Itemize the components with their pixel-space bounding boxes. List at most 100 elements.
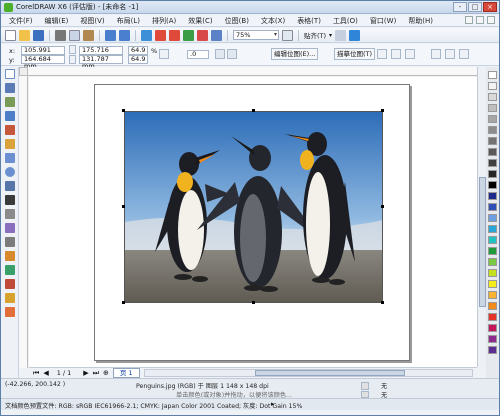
table-tool-icon[interactable] — [5, 209, 15, 219]
menu-file[interactable]: 文件(F) — [9, 16, 33, 26]
to-front-icon[interactable] — [445, 49, 455, 59]
to-back-icon[interactable] — [459, 49, 469, 59]
palette-swatch[interactable] — [488, 170, 497, 178]
palette-swatch[interactable] — [488, 291, 497, 299]
palette-swatch[interactable] — [488, 159, 497, 167]
previous-page-button[interactable]: ◀ — [43, 369, 48, 377]
menu-bitmaps[interactable]: 位图(B) — [225, 16, 249, 26]
save-icon[interactable] — [33, 29, 44, 41]
palette-swatch[interactable] — [488, 192, 497, 200]
menu-effects[interactable]: 效果(C) — [188, 16, 212, 26]
selection-handle[interactable] — [381, 301, 384, 304]
application-launcher-icon[interactable] — [197, 29, 208, 41]
selection-handle[interactable] — [122, 205, 125, 208]
crop-bitmap-icon[interactable] — [377, 49, 387, 59]
crop-tool-icon[interactable] — [5, 97, 15, 107]
chevron-right-icon[interactable]: ▸ — [271, 400, 275, 408]
document-color-profile[interactable]: 文档颜色预置文件: RGB: sRGB IEC61966-2.1; CMYK: … — [5, 401, 302, 410]
selection-handle[interactable] — [381, 109, 384, 112]
redo-icon[interactable] — [119, 29, 130, 41]
menu-tools[interactable]: 工具(O) — [333, 16, 358, 26]
selection-handle[interactable] — [122, 109, 125, 112]
palette-swatch[interactable] — [488, 225, 497, 233]
palette-swatch[interactable] — [488, 214, 497, 222]
mirror-vertical-icon[interactable] — [227, 49, 237, 59]
ellipse-tool-icon[interactable] — [5, 167, 15, 177]
bitmap-color-mask-icon[interactable] — [405, 49, 415, 59]
export-icon[interactable] — [169, 29, 180, 41]
import-icon[interactable] — [155, 29, 166, 41]
snap-to-menu[interactable]: 贴齐(T) — [304, 30, 326, 40]
outline-pen-icon[interactable] — [5, 279, 15, 289]
palette-swatch[interactable] — [488, 280, 497, 288]
palette-swatch[interactable] — [488, 126, 497, 134]
x-position-field[interactable]: 105.991 mm — [21, 46, 65, 61]
copy-icon[interactable] — [69, 29, 80, 41]
palette-swatch[interactable] — [488, 93, 497, 101]
vertical-ruler[interactable] — [19, 76, 28, 368]
menu-table[interactable]: 表格(T) — [297, 16, 321, 26]
horizontal-scrollbar[interactable] — [143, 369, 473, 377]
ruler-origin[interactable] — [19, 67, 28, 76]
selection-handle[interactable] — [122, 301, 125, 304]
menu-text[interactable]: 文本(X) — [261, 16, 285, 26]
mirror-horizontal-icon[interactable] — [215, 49, 225, 59]
pick-tool-icon[interactable] — [5, 69, 15, 79]
edit-bitmap-button[interactable]: 编辑位图(E)... — [271, 48, 319, 60]
menu-arrange[interactable]: 排列(A) — [152, 16, 176, 26]
palette-swatch[interactable] — [488, 247, 497, 255]
height-field[interactable]: 131.787 mm — [79, 55, 123, 70]
rectangle-tool-icon[interactable] — [5, 153, 15, 163]
menu-edit[interactable]: 编辑(E) — [45, 16, 69, 26]
doc-close-button[interactable] — [487, 16, 495, 24]
add-page-button[interactable]: ⊕ — [103, 369, 109, 377]
palette-swatch[interactable] — [488, 82, 497, 90]
undo-icon[interactable] — [105, 29, 116, 41]
polygon-tool-icon[interactable] — [5, 181, 15, 191]
palette-swatch[interactable] — [488, 346, 497, 354]
next-page-button[interactable]: ▶ — [83, 369, 88, 377]
palette-swatch[interactable] — [488, 313, 497, 321]
palette-swatch[interactable] — [488, 258, 497, 266]
vertical-scroll-thumb[interactable] — [479, 177, 486, 307]
palette-swatch[interactable] — [488, 302, 497, 310]
doc-minimize-button[interactable] — [465, 16, 473, 24]
zoom-level-select[interactable]: 75% — [233, 30, 279, 40]
welcome-screen-icon[interactable] — [211, 29, 222, 41]
menu-view[interactable]: 视图(V) — [80, 16, 104, 26]
minimize-button[interactable]: - — [453, 2, 467, 12]
search-content-icon[interactable] — [141, 29, 152, 41]
palette-swatch[interactable] — [488, 181, 497, 189]
shape-tool-icon[interactable] — [5, 83, 15, 93]
menu-help[interactable]: 帮助(H) — [408, 16, 433, 26]
doc-restore-button[interactable] — [476, 16, 484, 24]
horizontal-scroll-thumb[interactable] — [254, 370, 405, 376]
dimension-tool-icon[interactable] — [5, 223, 15, 233]
maximize-button[interactable]: □ — [468, 2, 482, 12]
trace-bitmap-button[interactable]: 描摹位图(T) — [334, 48, 376, 60]
wrap-text-icon[interactable] — [431, 49, 441, 59]
paste-icon[interactable] — [83, 29, 94, 41]
menu-window[interactable]: 窗口(W) — [370, 16, 396, 26]
lock-ratio-icon[interactable] — [159, 49, 169, 59]
menu-layout[interactable]: 布局(L) — [117, 16, 140, 26]
selection-handle[interactable] — [252, 301, 255, 304]
palette-swatch[interactable] — [488, 71, 497, 79]
palette-swatch[interactable] — [488, 104, 497, 112]
page-tab-1[interactable]: 页 1 — [112, 368, 140, 378]
resample-icon[interactable] — [391, 49, 401, 59]
palette-swatch[interactable] — [488, 269, 497, 277]
palette-swatch[interactable] — [488, 203, 497, 211]
freehand-tool-icon[interactable] — [5, 125, 15, 135]
interactive-fill-icon[interactable] — [5, 307, 15, 317]
width-field[interactable]: 175.716 mm — [79, 46, 123, 61]
close-button[interactable]: × — [483, 2, 497, 12]
zoom-tool-icon[interactable] — [5, 111, 15, 121]
connector-tool-icon[interactable] — [5, 237, 15, 247]
new-document-icon[interactable] — [5, 29, 16, 41]
text-tool-icon[interactable] — [5, 195, 15, 205]
palette-swatch[interactable] — [488, 324, 497, 332]
fill-tool-icon[interactable] — [5, 293, 15, 303]
rotation-field[interactable]: .0 — [187, 50, 209, 59]
palette-swatch[interactable] — [488, 137, 497, 145]
